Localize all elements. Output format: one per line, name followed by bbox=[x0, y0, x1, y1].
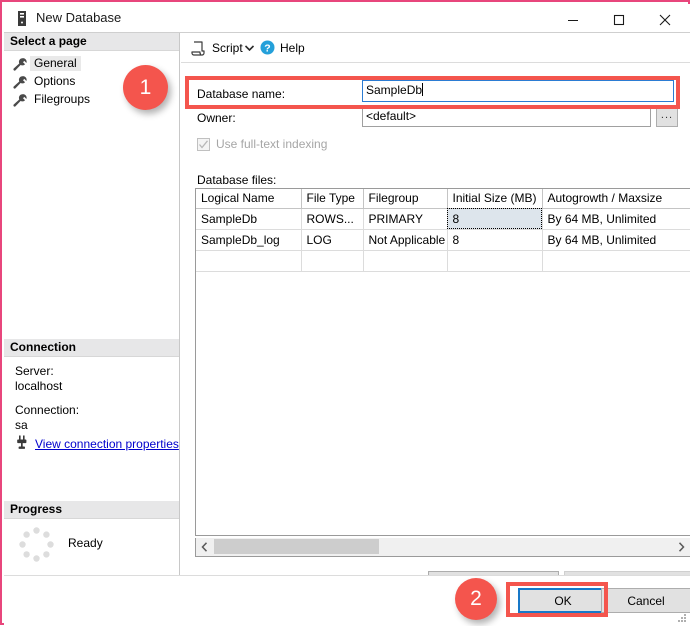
wrench-icon bbox=[12, 75, 27, 89]
annotation-badge-1: 1 bbox=[123, 65, 168, 110]
progress-status: Ready bbox=[68, 536, 103, 550]
owner-value: <default> bbox=[366, 109, 417, 123]
text-cursor bbox=[422, 83, 424, 96]
main-panel: Script ? Help Database name: SampleDb Ow… bbox=[181, 33, 690, 623]
scrollbar-thumb[interactable] bbox=[214, 539, 379, 554]
cell-filegroup[interactable]: Not Applicable bbox=[363, 229, 448, 251]
cell-initial-size[interactable]: 8 bbox=[447, 229, 543, 251]
table-empty-row bbox=[196, 250, 690, 272]
chevron-down-icon[interactable] bbox=[241, 37, 257, 58]
dialog-footer: OK Cancel bbox=[4, 575, 690, 625]
cell-filegroup[interactable]: PRIMARY bbox=[363, 208, 448, 230]
use-full-text-indexing-checkbox bbox=[197, 137, 210, 151]
wrench-icon bbox=[12, 93, 27, 107]
owner-label: Owner: bbox=[197, 111, 236, 125]
connection-header: Connection bbox=[4, 339, 179, 357]
script-label: Script bbox=[212, 40, 243, 55]
script-icon bbox=[191, 40, 207, 56]
sidebar-item-general[interactable]: General bbox=[12, 55, 81, 72]
window-title: New Database bbox=[36, 10, 122, 25]
cell-initial-size[interactable]: 8 bbox=[447, 208, 543, 230]
connection-label: Connection: bbox=[15, 403, 80, 417]
svg-text:?: ? bbox=[264, 42, 270, 54]
column-header-file-type[interactable]: File Type bbox=[301, 189, 364, 209]
progress-spinner-icon bbox=[18, 526, 55, 563]
select-a-page-header: Select a page bbox=[4, 33, 179, 51]
column-header-filegroup[interactable]: Filegroup bbox=[363, 189, 448, 209]
view-connection-properties-link[interactable]: View connection properties bbox=[35, 437, 179, 451]
use-full-text-indexing-row: Use full-text indexing bbox=[197, 137, 327, 151]
connection-properties-icon bbox=[15, 435, 32, 450]
left-panel: Select a page General Options Filegroups… bbox=[4, 33, 180, 623]
ok-button[interactable]: OK bbox=[518, 588, 608, 613]
close-icon[interactable] bbox=[642, 6, 688, 33]
cell-file-type[interactable]: ROWS... bbox=[301, 208, 364, 230]
cell-logical-name[interactable]: SampleDb bbox=[196, 208, 302, 230]
help-question-icon: ? bbox=[260, 40, 275, 55]
resize-grip-icon[interactable] bbox=[675, 611, 687, 623]
title-bar: New Database bbox=[4, 4, 690, 33]
new-database-dialog: New Database Select a page General Optio… bbox=[0, 0, 690, 625]
cell-autogrowth[interactable]: By 64 MB, Unlimited bbox=[542, 208, 690, 230]
chevron-left-icon[interactable] bbox=[196, 538, 213, 555]
cell-file-type[interactable]: LOG bbox=[301, 229, 364, 251]
sidebar-item-label: General bbox=[30, 56, 81, 71]
minimize-icon[interactable] bbox=[550, 6, 596, 33]
connection-value: sa bbox=[15, 418, 28, 432]
annotation-badge-2: 2 bbox=[455, 578, 497, 620]
cancel-button[interactable]: Cancel bbox=[601, 588, 690, 613]
sidebar-item-label: Options bbox=[34, 74, 76, 88]
database-server-icon bbox=[14, 10, 30, 27]
database-files-grid[interactable]: Logical Name File Type Filegroup Initial… bbox=[195, 188, 690, 536]
database-name-value: SampleDb bbox=[366, 83, 423, 97]
database-name-label: Database name: bbox=[197, 87, 286, 101]
database-files-label: Database files: bbox=[197, 173, 277, 187]
sidebar-item-options[interactable]: Options bbox=[12, 73, 79, 90]
toolbar: Script ? Help bbox=[181, 33, 690, 63]
chevron-right-icon[interactable] bbox=[673, 538, 690, 555]
help-label: Help bbox=[280, 40, 305, 55]
server-label: Server: bbox=[15, 364, 54, 378]
database-files-table: Logical Name File Type Filegroup Initial… bbox=[196, 189, 690, 272]
cell-autogrowth[interactable]: By 64 MB, Unlimited bbox=[542, 229, 690, 251]
progress-header: Progress bbox=[4, 501, 179, 519]
owner-input[interactable]: <default> bbox=[362, 106, 651, 127]
table-row[interactable]: SampleDb ROWS... PRIMARY 8 By 64 MB, Unl… bbox=[196, 208, 690, 230]
table-header-row: Logical Name File Type Filegroup Initial… bbox=[196, 189, 690, 209]
sidebar-item-filegroups[interactable]: Filegroups bbox=[12, 91, 94, 108]
column-header-logical-name[interactable]: Logical Name bbox=[196, 189, 302, 209]
column-header-initial-size[interactable]: Initial Size (MB) bbox=[447, 189, 543, 209]
sidebar-item-label: Filegroups bbox=[34, 92, 91, 106]
column-header-autogrowth[interactable]: Autogrowth / Maxsize bbox=[542, 189, 690, 209]
owner-browse-button[interactable]: ... bbox=[656, 106, 678, 127]
table-row[interactable]: SampleDb_log LOG Not Applicable 8 By 64 … bbox=[196, 229, 690, 251]
help-button[interactable]: ? Help bbox=[257, 37, 308, 58]
files-horizontal-scrollbar[interactable] bbox=[195, 538, 690, 557]
wrench-icon bbox=[12, 57, 27, 71]
cell-logical-name[interactable]: SampleDb_log bbox=[196, 229, 302, 251]
script-button[interactable]: Script bbox=[188, 37, 246, 58]
database-name-input[interactable]: SampleDb bbox=[362, 80, 674, 102]
use-full-text-indexing-label: Use full-text indexing bbox=[216, 137, 328, 151]
maximize-icon[interactable] bbox=[596, 6, 642, 33]
server-value: localhost bbox=[15, 379, 63, 393]
